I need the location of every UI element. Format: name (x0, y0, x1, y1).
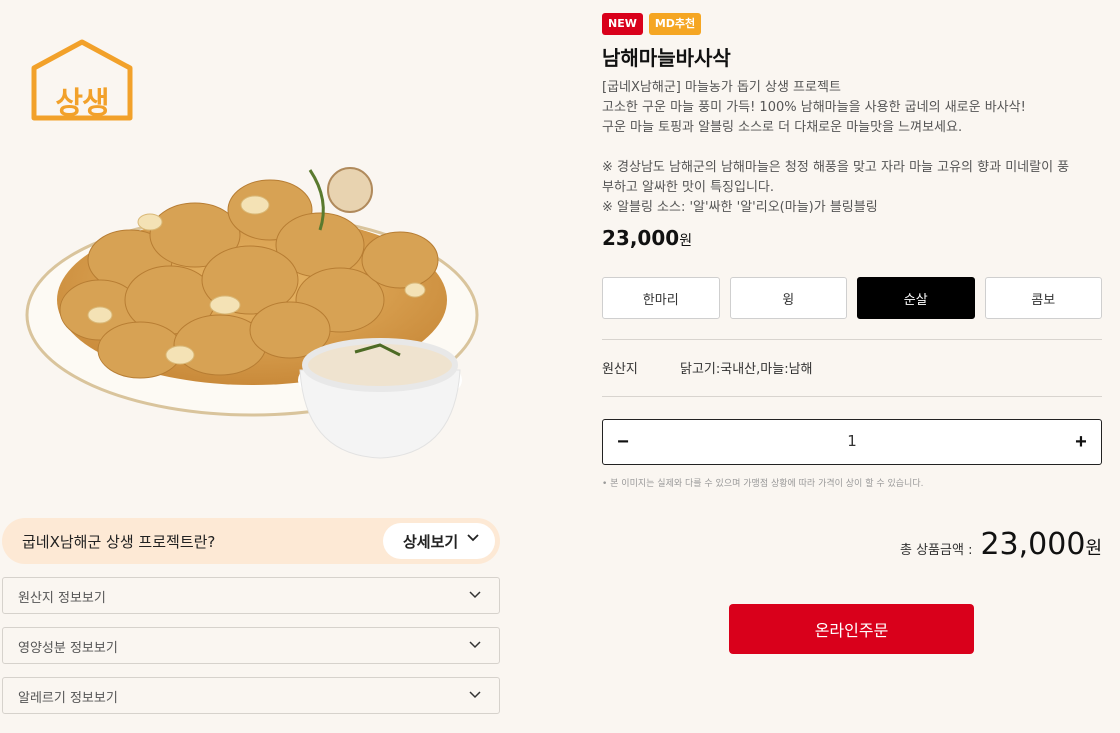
product-description: [굽네X남해군] 마늘농가 돕기 상생 프로젝트 고소한 구운 마늘 풍미 가득… (602, 78, 1102, 218)
accordion-origin-info[interactable]: 원산지 정보보기 (2, 577, 500, 614)
option-combo[interactable]: 콤보 (984, 277, 1102, 319)
accordion-allergy-info[interactable]: 알레르기 정보보기 (2, 677, 500, 714)
new-badge: NEW (602, 13, 643, 35)
product-price: 23,000원 (602, 226, 692, 250)
quantity-stepper: − 1 + (602, 419, 1102, 465)
chevron-down-icon (469, 591, 481, 599)
md-pick-badge: MD추천 (648, 13, 702, 35)
product-title: 남해마늘바사삭 (602, 46, 731, 70)
quantity-increase-button[interactable]: + (1067, 428, 1095, 456)
option-whole[interactable]: 한마리 (602, 277, 720, 319)
product-image (20, 140, 500, 470)
online-order-button[interactable]: 온라인주문 (729, 604, 974, 654)
accordion-label: 원산지 정보보기 (18, 591, 106, 606)
badge-group: NEW MD추천 (602, 13, 702, 35)
chevron-down-icon (469, 691, 481, 699)
description-line: 부하고 알싸한 맛이 특징입니다. (602, 180, 775, 195)
detail-view-button[interactable]: 상세보기 (383, 523, 495, 559)
total-currency: 원 (1085, 538, 1102, 559)
description-line: 구운 마늘 토핑과 알블링 소스로 더 다채로운 마늘맛을 느껴보세요. (602, 120, 963, 135)
accordion-label: 알레르기 정보보기 (18, 691, 118, 706)
description-line: 고소한 구운 마늘 풍미 가득! 100% 남해마늘을 사용한 굽네의 새로운 … (602, 100, 1026, 115)
divider (602, 339, 1102, 340)
chevron-down-icon (467, 534, 479, 542)
description-line: [굽네X남해군] 마늘농가 돕기 상생 프로젝트 (602, 80, 841, 95)
promo-text: 굽네X남해군 상생 프로젝트란? (22, 533, 216, 551)
origin-label: 원산지 (602, 362, 638, 377)
quantity-value[interactable]: 1 (603, 432, 1101, 450)
promo-banner: 굽네X남해군 상생 프로젝트란? 상세보기 (2, 518, 500, 564)
total-price: 총 상품금액 : 23,000 원 (900, 527, 1102, 562)
description-line: ※ 경상남도 남해군의 남해마늘은 청정 해풍을 맞고 자라 마늘 고유의 향과… (602, 160, 1070, 175)
total-amount: 23,000 (980, 527, 1086, 562)
image-disclaimer: • 본 이미지는 실제와 다를 수 있으며 가맹점 상황에 따라 가격이 상이 … (602, 479, 924, 489)
accordion-label: 영양성분 정보보기 (18, 641, 118, 656)
option-wing[interactable]: 윙 (729, 277, 847, 319)
divider (602, 396, 1102, 397)
chevron-down-icon (469, 641, 481, 649)
detail-view-label: 상세보기 (403, 532, 459, 551)
origin-value: 닭고기:국내산,마늘:남해 (680, 362, 813, 377)
option-boneless[interactable]: 순살 (857, 277, 975, 319)
option-group: 한마리 윙 순살 콤보 (602, 277, 1102, 319)
price-amount: 23,000 (602, 226, 680, 250)
logo-text: 상생 (55, 86, 109, 121)
left-column: 상생 굽네X남해군 상생 프로젝트란? 상세보기 원산지 정보보기 영양성분 정… (0, 0, 510, 733)
sangsaeng-logo: 상생 (28, 38, 136, 122)
description-line: ※ 알블링 소스: '알'싸한 '알'리오(마늘)가 블링블링 (602, 200, 878, 215)
product-details: NEW MD추천 남해마늘바사삭 [굽네X남해군] 마늘농가 돕기 상생 프로젝… (602, 0, 1102, 733)
total-label: 총 상품금액 : (900, 543, 973, 558)
accordion-nutrition-info[interactable]: 영양성분 정보보기 (2, 627, 500, 664)
price-currency: 원 (679, 233, 693, 249)
